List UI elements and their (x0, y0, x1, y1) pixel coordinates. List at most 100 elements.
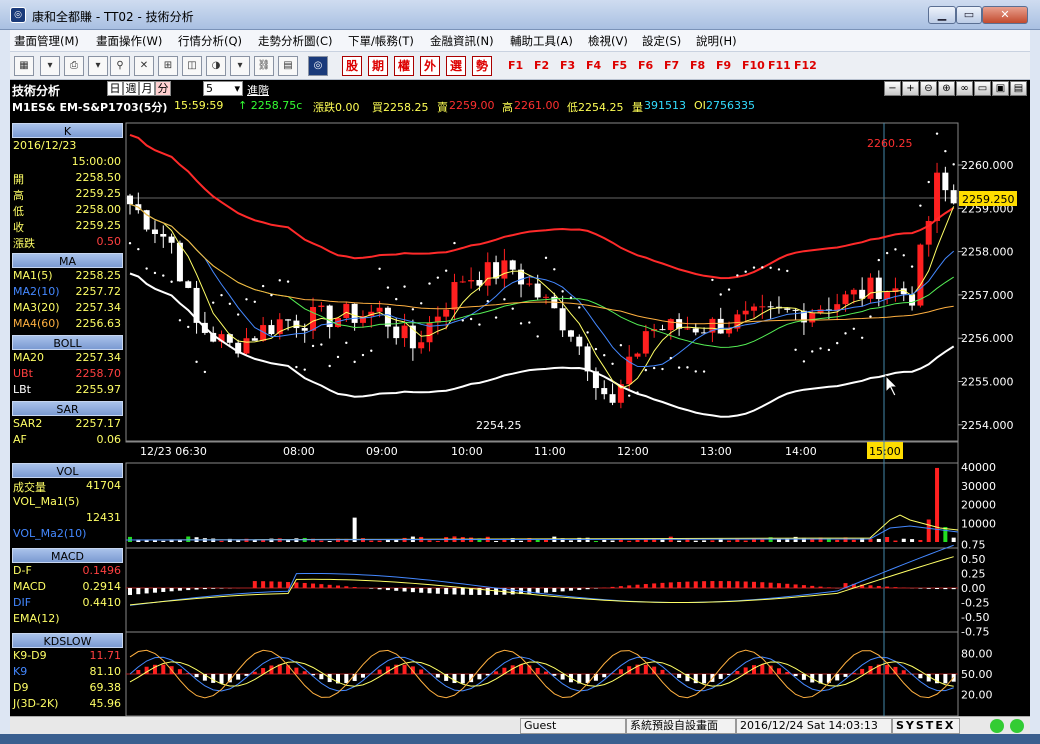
function-key[interactable]: F7 (664, 59, 679, 72)
app-logo-icon[interactable]: ◎ (308, 56, 328, 76)
dropdown-arrow-icon[interactable]: ▾ (88, 56, 108, 76)
menu-item[interactable]: 金融資訊(N) (430, 33, 494, 49)
indicator-header-boll[interactable]: BOLL (12, 335, 123, 350)
save-icon[interactable]: ▭ (974, 81, 991, 96)
volume-bar (369, 540, 374, 542)
annotation-low: 2254.25 (476, 419, 522, 432)
period-button[interactable]: 日 (107, 81, 123, 96)
plus-icon[interactable]: + (902, 81, 919, 96)
candle-body (285, 319, 292, 321)
menu-item[interactable]: 走勢分析圖(C) (258, 33, 333, 49)
function-key[interactable]: F1 (508, 59, 523, 72)
candle-body (867, 277, 874, 299)
screen-icon[interactable]: ▦ (14, 56, 34, 76)
macd-bar (510, 588, 515, 595)
tile-icon[interactable]: ⊞ (158, 56, 178, 76)
period-button[interactable]: 月 (139, 81, 155, 96)
chart-area: 2260.000 2259.000 2258.000 2257.000 2256.000… (10, 80, 1030, 716)
function-key[interactable]: F11 (768, 59, 791, 72)
sar-dot (644, 368, 648, 372)
x-tick-label: 09:00 (366, 445, 398, 458)
quote-bar: M1ES& EM-S&P1703(5分) 15:59:59 ↑ 2258.75c… (10, 98, 1030, 114)
function-key[interactable]: F9 (716, 59, 731, 72)
function-key[interactable]: F4 (586, 59, 601, 72)
indicator-label: MA20 (13, 351, 45, 364)
market-button[interactable]: 權 (394, 56, 414, 76)
period-button[interactable]: 分 (155, 81, 171, 96)
menu-item[interactable]: 畫面操作(W) (96, 33, 162, 49)
macd-tick-label: 0.00 (961, 582, 986, 595)
glasses-icon[interactable]: ∞ (956, 81, 973, 96)
macd-bar (485, 588, 490, 595)
macd-bar (618, 586, 623, 588)
menu-item[interactable]: 說明(H) (696, 33, 737, 49)
link-icon[interactable]: ⛓ (254, 56, 274, 76)
close-window-icon[interactable]: ✕ (134, 56, 154, 76)
candle-body (251, 338, 258, 341)
sar-dot (661, 367, 664, 371)
menu-item[interactable]: 下單/帳務(T) (348, 33, 414, 49)
sar-dot (195, 360, 198, 364)
macd-bar (402, 588, 407, 592)
volume-bar (685, 539, 690, 542)
menu-item[interactable]: 檢視(V) (588, 33, 628, 49)
macd-bar (943, 588, 948, 590)
chart-canvas[interactable]: 2260.0002259.0002258.0002257.0002256.000… (10, 80, 1030, 716)
market-button[interactable]: 股 (342, 56, 362, 76)
menu-item[interactable]: 畫面管理(M) (14, 33, 79, 49)
print-icon[interactable]: ⎙ (64, 56, 84, 76)
macd-bar (893, 587, 898, 588)
volume-bar (618, 539, 623, 542)
indicator-header-vol[interactable]: VOL (12, 463, 123, 478)
advanced-button[interactable]: 進階 (223, 82, 269, 98)
indicator-header-macd[interactable]: MACD (12, 548, 123, 563)
market-button[interactable]: 外 (420, 56, 440, 76)
split-icon[interactable]: ◫ (182, 56, 202, 76)
macd-tick-label: -0.50 (961, 611, 989, 624)
search-icon[interactable]: ⚲ (110, 56, 130, 76)
folder-icon[interactable]: ▤ (1010, 81, 1027, 96)
indicator-header-kd[interactable]: KDSLOW (12, 633, 123, 648)
function-key[interactable]: F8 (690, 59, 705, 72)
app-logo-icon[interactable]: ◎ (10, 7, 26, 23)
connection-icon (1010, 719, 1024, 733)
indicator-header-k[interactable]: K (12, 123, 123, 138)
zoom-in-icon[interactable]: ⊕ (938, 81, 955, 96)
kd-bar (377, 669, 382, 674)
market-button[interactable]: 勢 (472, 56, 492, 76)
menu-item[interactable]: 輔助工具(A) (510, 33, 573, 49)
dropdown-arrow-icon[interactable]: ▾ (230, 56, 250, 76)
minus-icon[interactable]: − (884, 81, 901, 96)
market-button[interactable]: 期 (368, 56, 388, 76)
volume-bar (635, 539, 640, 542)
market-button[interactable]: 選 (446, 56, 466, 76)
macd-bar (577, 588, 582, 590)
function-key[interactable]: F10 (742, 59, 765, 72)
vol-tick-label: 20000 (961, 499, 996, 512)
zoom-out-icon[interactable]: ⊖ (920, 81, 937, 96)
macd-bar (752, 581, 756, 588)
maximize-icon[interactable]: ▭ (956, 6, 982, 24)
sar-dot (869, 315, 872, 318)
window-icon[interactable]: ▣ (992, 81, 1009, 96)
sar-dot (486, 299, 489, 303)
volume-bar (352, 517, 357, 542)
menu-item[interactable]: 行情分析(Q) (178, 33, 242, 49)
function-key[interactable]: F2 (534, 59, 549, 72)
sar-dot (744, 270, 747, 273)
close-icon[interactable]: ✕ (982, 6, 1028, 24)
indicator-value: 2257.34 (75, 301, 122, 314)
dropdown-arrow-icon[interactable]: ▾ (40, 56, 60, 76)
sar-dot (278, 279, 281, 282)
function-key[interactable]: F12 (794, 59, 817, 72)
function-key[interactable]: F5 (612, 59, 627, 72)
menu-item[interactable]: 設定(S) (642, 33, 681, 49)
minimize-icon[interactable]: ▁ (928, 6, 956, 24)
chart-window-icon[interactable]: ▤ (278, 56, 298, 76)
function-key[interactable]: F6 (638, 59, 653, 72)
function-key[interactable]: F3 (560, 59, 575, 72)
indicator-header-sar[interactable]: SAR (12, 401, 123, 416)
indicator-header-ma[interactable]: MA (12, 253, 123, 268)
period-button[interactable]: 週 (123, 81, 139, 96)
indicator-icon[interactable]: ◑ (206, 56, 226, 76)
